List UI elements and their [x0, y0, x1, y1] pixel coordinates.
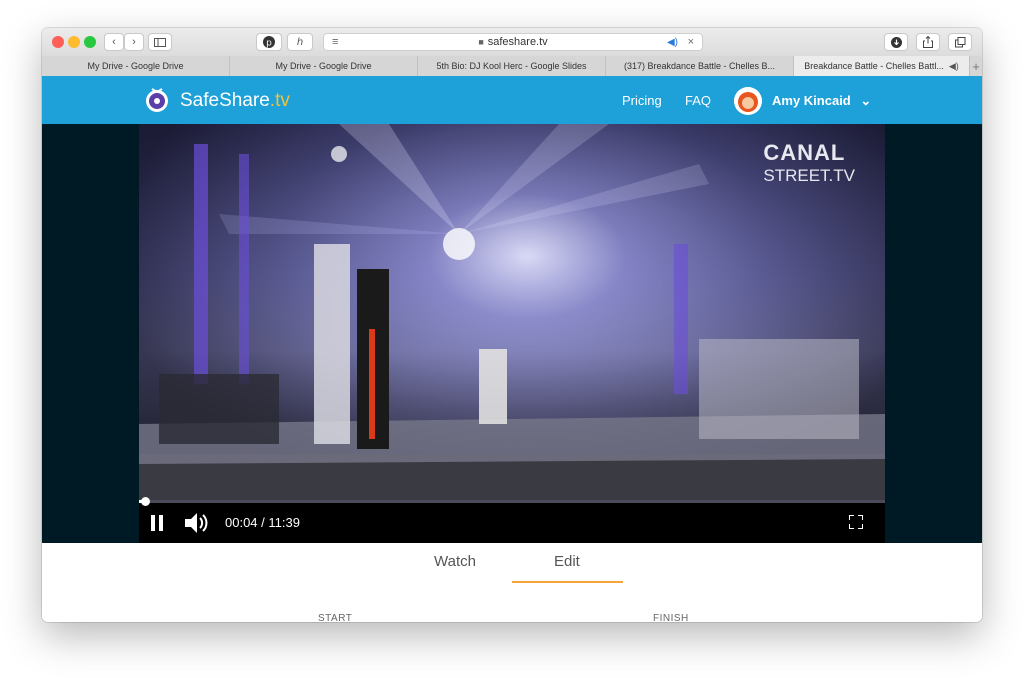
finish-label: FINISH [653, 613, 689, 622]
forward-button[interactable]: › [124, 33, 144, 51]
user-menu[interactable]: Amy Kincaid ⌄ [772, 93, 871, 109]
tab-google-drive-1[interactable]: My Drive - Google Drive [42, 56, 230, 76]
share-icon [923, 36, 933, 48]
extension-icon: ℎ [296, 36, 304, 48]
pause-icon[interactable] [151, 515, 163, 531]
video-player[interactable]: CANAL STREET.TV [139, 124, 885, 502]
sidebar-button[interactable] [148, 33, 172, 51]
app-header: SafeShare.tv Pricing FAQ Amy Kincaid ⌄ [42, 76, 982, 124]
tab-google-slides[interactable]: 5th Bio: DJ Kool Herc - Google Slides [418, 56, 606, 76]
logo-text: SafeShare [180, 90, 270, 111]
safeshare-logo-icon [146, 88, 168, 112]
app-logo[interactable]: SafeShare.tv [180, 90, 290, 112]
tabs-icon [954, 36, 965, 47]
tab-google-drive-2[interactable]: My Drive - Google Drive [230, 56, 418, 76]
tabs-overview-button[interactable] [948, 33, 972, 51]
video-controls: 00:04 / 11:39 [139, 497, 885, 543]
download-icon [890, 36, 902, 48]
edit-range-labels: START FINISH [42, 583, 982, 622]
speaker-icon[interactable]: ◀) [949, 61, 959, 72]
back-button[interactable]: ‹ [104, 33, 124, 51]
fullscreen-icon[interactable] [849, 515, 863, 529]
new-tab-button[interactable]: + [970, 56, 982, 76]
chevron-left-icon: ‹ [112, 36, 116, 48]
start-label: START [318, 613, 353, 622]
close-window-button[interactable] [52, 36, 64, 48]
svg-text:p: p [266, 39, 272, 49]
tab-edit[interactable]: Edit [554, 553, 580, 570]
close-icon[interactable]: × [688, 36, 694, 48]
url-text: safeshare.tv [487, 36, 548, 48]
tab-safeshare-active[interactable]: Breakdance Battle - Chelles Battl... ◀) [794, 56, 970, 76]
watch-edit-tabs: Watch Edit [42, 543, 982, 584]
progress-handle[interactable] [141, 497, 150, 506]
video-area: CANAL STREET.TV 00:04 / 11:39 [42, 124, 982, 543]
plus-icon: + [972, 58, 980, 74]
reader-icon: ≡ [332, 36, 339, 48]
logo-suffix: .tv [269, 90, 290, 111]
user-name: Amy Kincaid [772, 93, 851, 108]
tab-watch[interactable]: Watch [434, 553, 476, 570]
watermark-line2: STREET.TV [763, 166, 855, 185]
pinterest-extension-button[interactable]: p [256, 33, 282, 51]
minimize-window-button[interactable] [68, 36, 80, 48]
nav-faq[interactable]: FAQ [685, 93, 711, 108]
lock-icon: ■ [478, 37, 484, 47]
sidebar-icon [154, 37, 166, 47]
browser-toolbar: ‹ › p ℎ ≡ ■ safeshare.tv ◀) × [42, 28, 982, 57]
share-button[interactable] [916, 33, 940, 51]
chevron-down-icon: ⌄ [860, 93, 872, 108]
avatar-icon [734, 87, 762, 115]
watermark-line1: CANAL [763, 140, 846, 165]
canal-street-watermark: CANAL STREET.TV [763, 140, 855, 186]
chevron-right-icon: › [132, 36, 136, 48]
speaker-icon[interactable]: ◀) [667, 37, 678, 48]
volume-icon[interactable] [185, 512, 209, 534]
tab-youtube-breakdance[interactable]: (317) Breakdance Battle - Chelles B... [606, 56, 794, 76]
zoom-window-button[interactable] [84, 36, 96, 48]
avatar[interactable] [734, 87, 762, 115]
address-bar[interactable]: ≡ ■ safeshare.tv ◀) × [323, 33, 703, 51]
browser-window: ‹ › p ℎ ≡ ■ safeshare.tv ◀) × My Drive -… [42, 28, 982, 622]
pinterest-icon: p [263, 36, 275, 48]
nav-pricing[interactable]: Pricing [622, 93, 662, 108]
downloads-button[interactable] [884, 33, 908, 51]
tab-title: Breakdance Battle - Chelles Battl... [804, 61, 944, 71]
time-display: 00:04 / 11:39 [225, 515, 300, 530]
progress-bar[interactable] [139, 497, 885, 506]
tab-bar: My Drive - Google Drive My Drive - Googl… [42, 56, 982, 77]
extension-button[interactable]: ℎ [287, 33, 313, 51]
